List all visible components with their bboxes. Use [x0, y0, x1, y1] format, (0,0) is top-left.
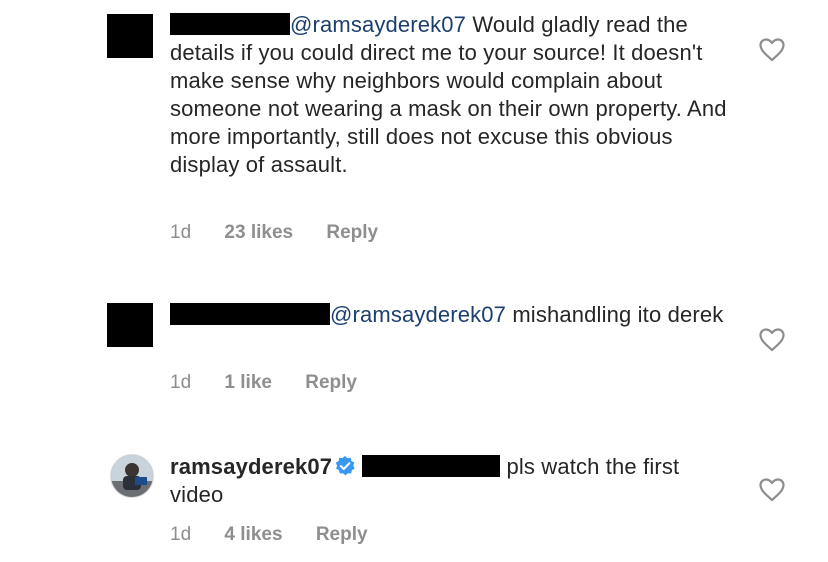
mention-link[interactable]: @ramsayderek07 [290, 12, 466, 37]
likes-count[interactable]: 23 likes [224, 222, 293, 243]
comment-meta: 1d 1 like Reply [170, 372, 385, 394]
redacted-mention [362, 455, 501, 477]
reply-button[interactable]: Reply [316, 524, 368, 545]
heart-icon[interactable] [759, 328, 785, 352]
likes-count[interactable]: 4 likes [224, 524, 282, 545]
redacted-username [170, 13, 290, 35]
comment-meta: 1d 4 likes Reply [170, 524, 396, 546]
comment-time: 1d [170, 524, 192, 545]
comment-time: 1d [170, 372, 192, 393]
likes-count[interactable]: 1 like [224, 372, 272, 393]
redacted-username [170, 303, 330, 325]
heart-icon[interactable] [759, 38, 785, 62]
reply-button[interactable]: Reply [326, 222, 378, 243]
redacted-avatar [107, 303, 153, 347]
comment-body: @ramsayderek07 mishandling ito derek [170, 301, 730, 329]
comment-body: @ramsayderek07 Would gladly read the det… [170, 11, 730, 179]
reply-button[interactable]: Reply [305, 372, 357, 393]
avatar-photo [111, 455, 153, 497]
comment-time: 1d [170, 222, 192, 243]
mention-link[interactable]: @ramsayderek07 [330, 302, 506, 327]
comment-meta: 1d 23 likes Reply [170, 222, 406, 244]
avatar[interactable] [110, 454, 154, 498]
verified-badge-icon [336, 456, 355, 476]
redacted-avatar [107, 14, 153, 58]
comment-text: mishandling ito derek [506, 302, 724, 327]
heart-icon[interactable] [759, 478, 785, 502]
username-link[interactable]: ramsayderek07 [170, 454, 332, 479]
comment-body: ramsayderek07 pls watch the first video [170, 453, 730, 509]
